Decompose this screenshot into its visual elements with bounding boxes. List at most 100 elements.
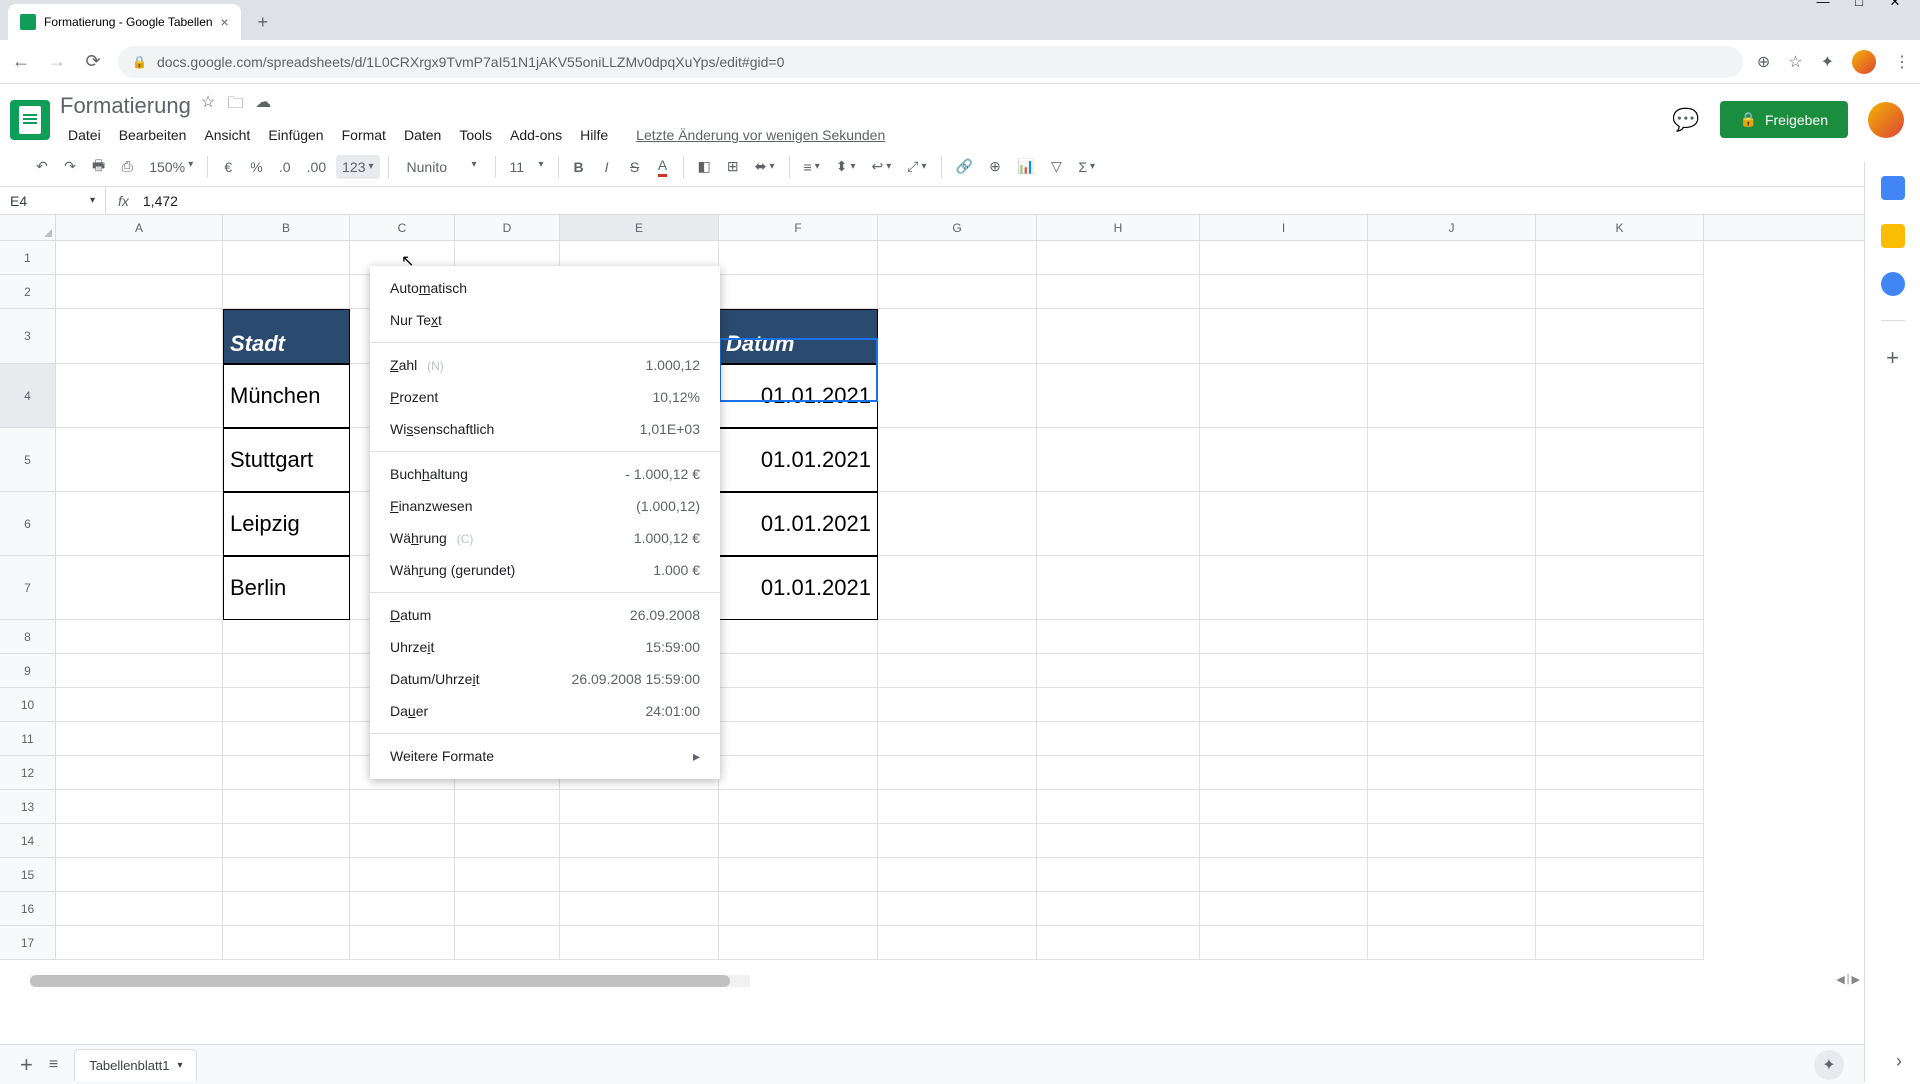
cell[interactable] (1037, 492, 1200, 556)
cell[interactable] (1037, 688, 1200, 722)
cell[interactable] (719, 620, 878, 654)
percent-button[interactable]: % (244, 155, 268, 179)
cell[interactable] (223, 654, 350, 688)
cell[interactable] (1368, 309, 1536, 364)
row-header[interactable]: 16 (0, 892, 56, 926)
cell[interactable] (223, 892, 350, 926)
cell[interactable] (1037, 428, 1200, 492)
cell[interactable] (878, 756, 1037, 790)
move-icon[interactable]: 🗀 (227, 92, 243, 119)
cell[interactable] (56, 790, 223, 824)
cell[interactable] (455, 926, 560, 960)
cell[interactable] (1536, 790, 1704, 824)
cell[interactable] (878, 364, 1037, 428)
chart-button[interactable]: 📊 (1011, 154, 1040, 179)
paint-format-button[interactable]: ⎙ (115, 154, 139, 179)
borders-button[interactable]: ⊞ (721, 154, 745, 179)
cell[interactable] (1037, 620, 1200, 654)
cell[interactable] (223, 275, 350, 309)
cell[interactable] (878, 492, 1037, 556)
cell[interactable] (1200, 756, 1368, 790)
document-title[interactable]: Formatierung (60, 93, 191, 119)
user-avatar[interactable] (1868, 102, 1904, 138)
cell[interactable] (1200, 688, 1368, 722)
cell[interactable]: Datum (719, 309, 878, 364)
cell[interactable] (719, 824, 878, 858)
col-F[interactable]: F (719, 215, 878, 240)
bold-button[interactable]: B (567, 155, 591, 179)
col-K[interactable]: K (1536, 215, 1704, 240)
currency-button[interactable]: € (216, 155, 240, 179)
cell[interactable] (878, 892, 1037, 926)
menu-hilfe[interactable]: Hilfe (572, 123, 616, 147)
maximize-icon[interactable]: □ (1850, 0, 1868, 10)
share-button[interactable]: 🔒 Freigeben (1720, 101, 1848, 138)
last-edit-link[interactable]: Letzte Änderung vor wenigen Sekunden (628, 123, 893, 147)
decrease-decimal-button[interactable]: .0 (273, 155, 297, 179)
cell[interactable] (878, 275, 1037, 309)
row-header[interactable]: 5 (0, 428, 56, 492)
filter-button[interactable]: ▽ (1044, 154, 1068, 179)
cell[interactable] (878, 428, 1037, 492)
merge-button[interactable]: ⬌▾ (749, 154, 781, 179)
tasks-icon[interactable] (1881, 272, 1905, 296)
cell[interactable] (455, 858, 560, 892)
cell[interactable] (719, 275, 878, 309)
col-A[interactable]: A (56, 215, 223, 240)
number-format-button[interactable]: 123▾ (336, 155, 379, 179)
cell[interactable] (1368, 858, 1536, 892)
font-size-select[interactable]: 11▾ (504, 155, 550, 179)
format-percent[interactable]: Prozent10,12% (370, 381, 720, 413)
back-button[interactable]: ← (10, 51, 32, 72)
row-header[interactable]: 17 (0, 926, 56, 960)
cell[interactable] (1368, 756, 1536, 790)
forward-button[interactable]: → (46, 51, 68, 72)
sheet-tab[interactable]: Tabellenblatt1 ▾ (74, 1049, 197, 1081)
cell[interactable] (1368, 241, 1536, 275)
cell[interactable] (1200, 241, 1368, 275)
cell[interactable] (1200, 428, 1368, 492)
cell[interactable] (1037, 241, 1200, 275)
cell[interactable] (350, 892, 455, 926)
cell[interactable] (223, 790, 350, 824)
row-header[interactable]: 2 (0, 275, 56, 309)
cell[interactable] (1200, 620, 1368, 654)
row-header[interactable]: 8 (0, 620, 56, 654)
format-currency-rounded[interactable]: Währung (gerundet)1.000 € (370, 554, 720, 586)
cell[interactable] (560, 824, 719, 858)
cell[interactable] (878, 556, 1037, 620)
cell[interactable] (1536, 756, 1704, 790)
row-header[interactable]: 12 (0, 756, 56, 790)
cell[interactable] (1536, 364, 1704, 428)
cell[interactable] (719, 241, 878, 275)
cell[interactable] (560, 790, 719, 824)
cell[interactable] (719, 756, 878, 790)
minimize-icon[interactable]: — (1814, 0, 1832, 10)
cell[interactable] (1200, 364, 1368, 428)
menu-addons[interactable]: Add-ons (502, 123, 570, 147)
cell[interactable] (56, 824, 223, 858)
cell[interactable] (1200, 790, 1368, 824)
row-header[interactable]: 9 (0, 654, 56, 688)
cell[interactable] (1200, 492, 1368, 556)
cell[interactable] (1536, 620, 1704, 654)
sheets-logo[interactable] (10, 100, 50, 140)
cell[interactable] (878, 824, 1037, 858)
cell[interactable] (56, 654, 223, 688)
cell[interactable] (1368, 790, 1536, 824)
cell[interactable] (719, 654, 878, 688)
calendar-icon[interactable] (1881, 176, 1905, 200)
scroll-right-icon[interactable]: ▶ (1852, 973, 1860, 986)
scroll-left-icon[interactable]: ◀ (1836, 973, 1844, 986)
row-header[interactable]: 11 (0, 722, 56, 756)
add-sheet-button[interactable]: + (20, 1052, 33, 1078)
cell[interactable] (56, 492, 223, 556)
cell[interactable] (223, 688, 350, 722)
cell[interactable] (1536, 654, 1704, 688)
cell[interactable] (878, 309, 1037, 364)
cell[interactable] (1536, 824, 1704, 858)
format-time[interactable]: Uhrzeit15:59:00 (370, 631, 720, 663)
row-header[interactable]: 6 (0, 492, 56, 556)
cell[interactable] (56, 858, 223, 892)
cell[interactable] (1536, 722, 1704, 756)
